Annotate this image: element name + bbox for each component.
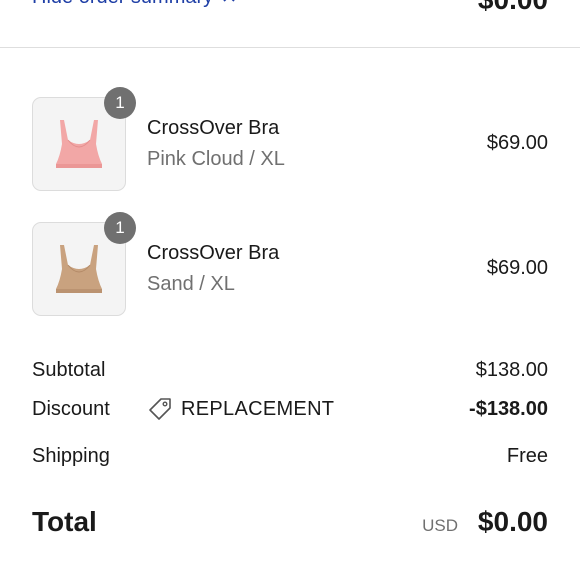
quantity-badge: 1 (104, 87, 136, 119)
line-item: 1 CrossOver Bra Pink Cloud / XL $69.00 (32, 87, 548, 191)
quantity-badge: 1 (104, 212, 136, 244)
product-variant: Sand / XL (147, 273, 235, 295)
order-summary-toggle[interactable]: Hide order summary (32, 0, 237, 9)
product-variant: Pink Cloud / XL (147, 148, 285, 170)
discount-code: REPLACEMENT (181, 397, 335, 420)
chevron-up-icon (223, 0, 235, 2)
product-price: $69.00 (486, 257, 548, 279)
subtotal-value: $138.00 (475, 359, 548, 381)
subtotal-label: Subtotal (32, 359, 106, 381)
shipping-label: Shipping (32, 445, 110, 467)
bra-product-image (56, 245, 102, 293)
total-label: Total (32, 506, 97, 537)
product-name: CrossOver Bra (147, 242, 280, 264)
bra-product-image (56, 120, 102, 168)
line-item: 1 CrossOver Bra Sand / XL $69.00 (32, 212, 548, 316)
order-summary-toggle-label: Hide order summary (32, 0, 213, 9)
shipping-value: Free (506, 445, 548, 467)
currency-code: USD (422, 516, 458, 535)
tag-icon (149, 398, 171, 420)
product-name: CrossOver Bra (147, 117, 280, 139)
discount-label: Discount (32, 398, 110, 420)
header-total: $0.00 (478, 0, 548, 16)
order-summary-header: Hide order summary $0.00 (0, 0, 580, 48)
total-value: $0.00 (477, 506, 548, 537)
discount-value: -$138.00 (469, 398, 548, 420)
product-price: $69.00 (486, 132, 548, 154)
discount-code-tag: REPLACEMENT (147, 396, 334, 422)
